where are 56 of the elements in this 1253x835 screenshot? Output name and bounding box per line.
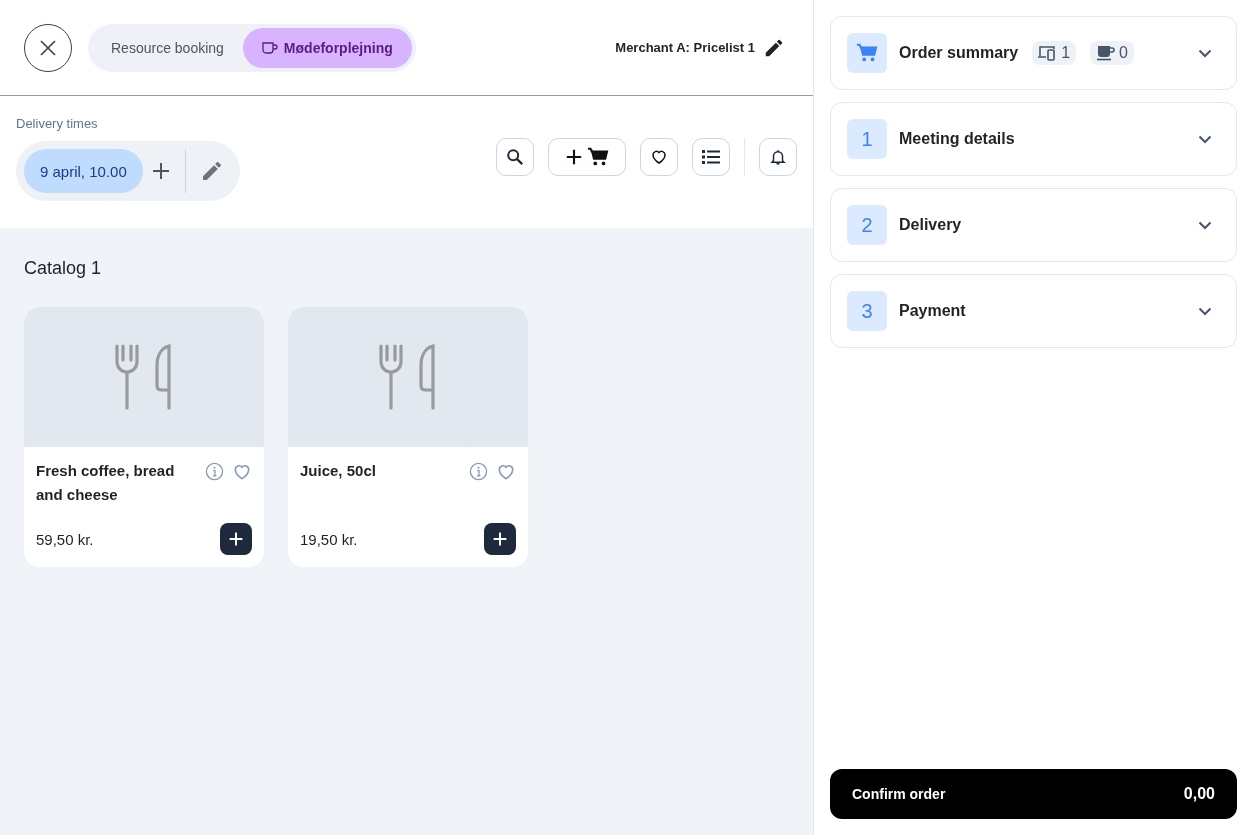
cart-icon xyxy=(587,146,609,168)
add-product-button[interactable] xyxy=(220,523,252,555)
step-title: Payment xyxy=(899,302,966,320)
cutlery-icon xyxy=(114,344,174,410)
mode-tab[interactable]: Mødeforplejning xyxy=(242,27,412,68)
step-number: 3 xyxy=(847,291,887,331)
catalog-title: Catalog 1 xyxy=(24,258,103,279)
delivery-time-chip[interactable]: 9 april, 10.00 xyxy=(24,149,143,193)
step-panel[interactable]: 2 Delivery xyxy=(830,188,1237,262)
plus-icon xyxy=(150,161,171,181)
cup-icon xyxy=(1096,45,1117,61)
info-icon[interactable] xyxy=(205,462,224,481)
pricelist-label: Merchant A: Pricelist 1 xyxy=(615,40,755,55)
delivery-times-label: Delivery times xyxy=(16,116,99,131)
count-badge: 0 xyxy=(1090,41,1134,65)
cup-icon xyxy=(261,40,278,55)
favorites-button[interactable] xyxy=(640,138,678,176)
favorite-button[interactable] xyxy=(496,462,516,482)
step-number: 1 xyxy=(847,119,887,159)
plus-icon xyxy=(565,148,583,166)
step-title: Order summary xyxy=(899,44,1019,62)
mode-tab[interactable]: Resource booking xyxy=(92,27,243,68)
bell-icon xyxy=(769,148,787,166)
product-name: Fresh coffee, bread and cheese xyxy=(36,461,176,505)
step-number: 2 xyxy=(847,205,887,245)
chevron-down-icon[interactable] xyxy=(1198,134,1212,144)
plus-icon xyxy=(492,531,508,547)
chevron-down-icon[interactable] xyxy=(1198,220,1212,230)
favorite-button[interactable] xyxy=(232,462,252,482)
step-title: Meeting details xyxy=(899,130,1015,148)
chevron-down-icon[interactable] xyxy=(1198,48,1212,58)
close-button[interactable] xyxy=(24,23,72,72)
step-panel[interactable]: 3 Payment xyxy=(830,274,1237,348)
product-price: 59,50 kr. xyxy=(36,530,94,548)
close-icon xyxy=(38,37,58,58)
step-panel[interactable]: Order summary 1 0 xyxy=(830,16,1237,90)
step-title: Delivery xyxy=(899,216,962,234)
product-name: Juice, 50cl xyxy=(300,461,377,481)
list-button[interactable] xyxy=(692,138,730,176)
search-icon xyxy=(506,148,524,166)
order-total: 0,00 xyxy=(1183,785,1215,803)
cart-icon xyxy=(847,33,887,73)
list-icon xyxy=(702,149,720,165)
add-product-button[interactable] xyxy=(484,523,516,555)
info-icon[interactable] xyxy=(469,462,488,481)
heart-icon xyxy=(650,148,668,166)
count-badge: 1 xyxy=(1032,41,1077,65)
step-panel[interactable]: 1 Meeting details xyxy=(830,102,1237,176)
confirm-order-button[interactable]: Confirm order 0,00 xyxy=(830,769,1237,819)
product-price: 19,50 kr. xyxy=(300,530,358,548)
cutlery-icon xyxy=(378,344,438,410)
search-button[interactable] xyxy=(496,138,534,176)
plus-icon xyxy=(228,531,244,547)
chevron-down-icon[interactable] xyxy=(1198,306,1212,316)
notifications-button[interactable] xyxy=(759,138,797,176)
add-to-cart-button[interactable] xyxy=(548,138,626,176)
